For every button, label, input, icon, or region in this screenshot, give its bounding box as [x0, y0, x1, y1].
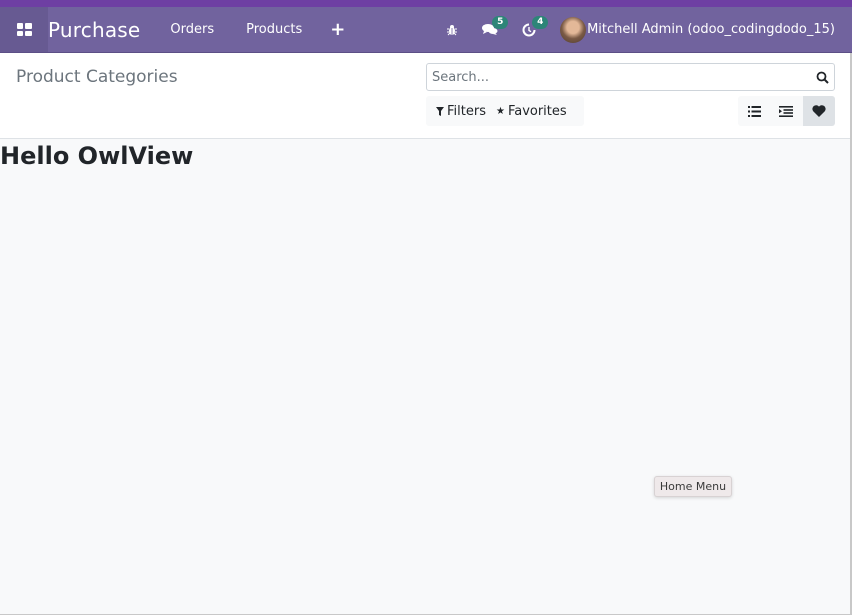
- favorites-label: Favorites: [507, 103, 567, 119]
- bug-icon: [447, 24, 458, 35]
- menu-orders[interactable]: Orders: [154, 22, 230, 37]
- view-switcher: [738, 96, 835, 126]
- filter-icon: [436, 106, 444, 116]
- breadcrumb: Product Categories: [16, 67, 178, 87]
- list-icon: [747, 105, 761, 117]
- list-view-button[interactable]: [738, 96, 770, 126]
- user-menu[interactable]: Mitchell Admin (odoo_codingdodo_15): [548, 16, 852, 43]
- search-bar: [426, 63, 835, 91]
- activity-menu[interactable]: 4: [510, 7, 549, 52]
- heart-icon: [812, 105, 826, 117]
- user-name: Mitchell Admin (odoo_codingdodo_15): [587, 22, 835, 37]
- app-brand[interactable]: Purchase: [48, 18, 154, 42]
- search-icon[interactable]: [810, 71, 834, 84]
- favorites-button[interactable]: ★ Favorites: [492, 104, 573, 119]
- filters-button[interactable]: Filters: [426, 104, 492, 119]
- home-menu-tooltip: Home Menu: [654, 476, 732, 497]
- filters-label: Filters: [447, 103, 486, 119]
- star-icon: ★: [495, 105, 505, 117]
- plus-icon[interactable]: +: [318, 19, 357, 40]
- messaging-menu[interactable]: 5: [470, 7, 510, 52]
- avatar: [560, 16, 587, 43]
- home-menu-button[interactable]: [0, 7, 48, 52]
- messages-count-badge: 5: [492, 16, 509, 29]
- main-navbar: Purchase Orders Products + 5 4 Mitchell …: [0, 7, 852, 53]
- activities-count-badge: 4: [532, 16, 549, 29]
- hierarchy-view-button[interactable]: [770, 96, 802, 126]
- indent-list-icon: [779, 105, 794, 117]
- content-heading: Hello OwlView: [0, 142, 194, 170]
- debug-menu[interactable]: [434, 7, 470, 52]
- menu-products[interactable]: Products: [230, 22, 318, 37]
- apps-grid-icon: [16, 23, 32, 36]
- browser-top-strip: [0, 0, 852, 7]
- control-panel: Product Categories Filters ★ Favorites: [0, 53, 852, 139]
- owl-view-button[interactable]: [802, 96, 835, 126]
- search-options: Filters ★ Favorites: [426, 96, 584, 126]
- systray: 5 4 Mitchell Admin (odoo_codingdodo_15): [434, 7, 852, 52]
- owl-view-content: Hello OwlView: [0, 139, 852, 615]
- search-input[interactable]: [427, 69, 810, 85]
